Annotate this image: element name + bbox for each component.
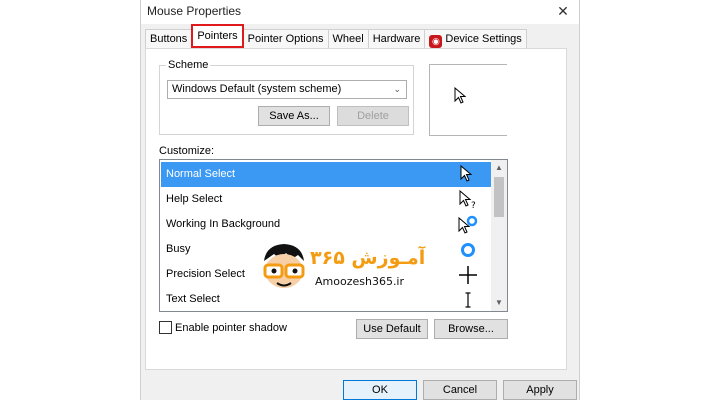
text-cursor-icon: [465, 292, 471, 308]
watermark-site-text: Amoozesh365.ir: [315, 275, 405, 288]
scroll-up-icon[interactable]: ▲: [491, 160, 507, 176]
scheme-group: Scheme Windows Default (system scheme) ⌄…: [159, 59, 414, 135]
tab-pointer-options[interactable]: Pointer Options: [242, 29, 329, 48]
browse-button[interactable]: Browse...: [434, 319, 508, 339]
preview-arrow-cursor-icon: [454, 87, 467, 104]
tab-wheel[interactable]: Wheel: [327, 29, 369, 48]
list-item-label: Normal Select: [166, 168, 236, 180]
pointer-preview: [429, 64, 507, 136]
list-scrollbar[interactable]: ▲ ▼: [491, 160, 507, 311]
mascot-icon: [263, 244, 305, 288]
use-default-button[interactable]: Use Default: [356, 319, 428, 339]
tab-hardware[interactable]: Hardware: [367, 29, 426, 48]
scheme-dropdown[interactable]: Windows Default (system scheme) ⌄: [167, 80, 407, 99]
list-item-label: Working In Background: [166, 218, 281, 230]
pointers-panel: Scheme Windows Default (system scheme) ⌄…: [145, 48, 567, 370]
list-item-label: Help Select: [166, 193, 223, 205]
pointer-shadow-option[interactable]: Enable pointer shadow: [159, 321, 287, 334]
mouse-properties-window: Mouse Properties ✕ Buttons Pointers Poin…: [140, 0, 580, 400]
working-cursor-icon: [458, 215, 478, 234]
arrow-cursor-icon: [460, 164, 473, 182]
close-button[interactable]: ✕: [553, 1, 573, 21]
pointer-shadow-label: Enable pointer shadow: [175, 321, 287, 334]
tab-buttons[interactable]: Buttons: [145, 29, 193, 48]
customize-label: Customize:: [159, 145, 215, 157]
scrollbar-thumb[interactable]: [494, 177, 504, 217]
ok-button[interactable]: OK: [343, 380, 417, 400]
crosshair-cursor-icon: [459, 266, 477, 284]
list-item-help-select[interactable]: Help Select ?: [161, 187, 491, 212]
scheme-label: Scheme: [166, 59, 211, 71]
watermark-logo: آمـوزش ۳۶۵ Amoozesh365.ir: [258, 237, 430, 301]
tab-device-settings-label: Device Settings: [445, 33, 522, 45]
tab-device-settings[interactable]: ◉ Device Settings: [424, 29, 527, 48]
apply-button[interactable]: Apply: [503, 380, 577, 400]
window-title: Mouse Properties: [147, 4, 242, 18]
busy-cursor-icon: [461, 243, 475, 257]
scheme-selected-value: Windows Default (system scheme): [172, 83, 342, 95]
chevron-down-icon: ⌄: [393, 84, 401, 94]
list-item-label: Precision Select: [166, 268, 245, 280]
pointer-shadow-checkbox[interactable]: [159, 321, 172, 334]
delete-button[interactable]: Delete: [337, 106, 409, 126]
list-item-label: Busy: [166, 243, 191, 255]
list-item-label: Text Select: [166, 293, 220, 305]
help-cursor-icon: ?: [459, 189, 476, 211]
tab-strip: Buttons Pointers Pointer Options Wheel H…: [145, 24, 527, 48]
list-item-normal-select[interactable]: Normal Select: [161, 162, 491, 187]
scroll-down-icon[interactable]: ▼: [491, 295, 507, 311]
title-bar: Mouse Properties ✕: [141, 0, 579, 24]
save-as-button[interactable]: Save As...: [258, 106, 330, 126]
device-settings-icon: ◉: [429, 35, 443, 48]
watermark-persian-text: آمـوزش ۳۶۵: [310, 247, 426, 269]
tab-pointers[interactable]: Pointers: [191, 24, 244, 48]
list-item-working-in-background[interactable]: Working In Background: [161, 212, 491, 237]
cancel-button[interactable]: Cancel: [423, 380, 497, 400]
svg-text:?: ?: [471, 201, 476, 211]
